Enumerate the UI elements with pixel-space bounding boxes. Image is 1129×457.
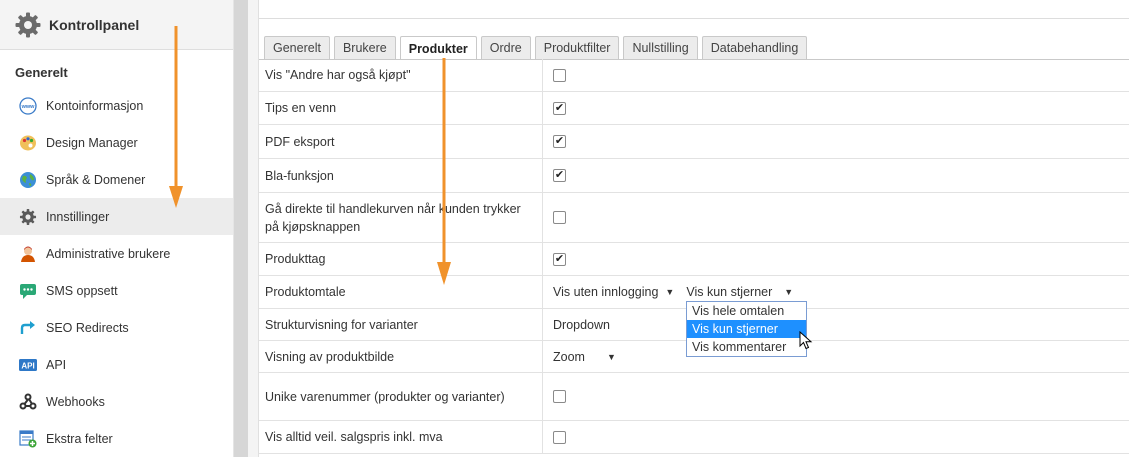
settings-table: Vis "Andre har også kjøpt" Tips en venn … xyxy=(259,59,1129,454)
sidebar-item-label: Webhooks xyxy=(46,394,105,409)
sidebar-item-administrative-brukere[interactable]: Administrative brukere xyxy=(0,235,233,272)
scrollbar-track xyxy=(248,0,259,457)
dropdown-option[interactable]: Vis kommentarer xyxy=(687,338,806,356)
sidebar-item-label: Ekstra felter xyxy=(46,431,113,446)
setting-checkbox[interactable] xyxy=(553,169,566,182)
select-value: Zoom xyxy=(553,349,585,364)
api-icon: API xyxy=(18,355,38,375)
review-display-options: Vis hele omtalen Vis kun stjerner Vis ko… xyxy=(686,301,807,357)
top-bar xyxy=(259,0,1129,19)
table-row: Produkttag xyxy=(259,243,1129,276)
sidebar-item-label: SMS oppsett xyxy=(46,283,118,298)
select-value: Dropdown xyxy=(553,317,610,332)
setting-label: Bla-funksjon xyxy=(259,159,543,192)
tab-generelt[interactable]: Generelt xyxy=(264,36,330,59)
setting-label: Strukturvisning for varianter xyxy=(259,309,543,340)
setting-label: Produkttag xyxy=(259,243,543,275)
sidebar-item-label: Innstillinger xyxy=(46,209,110,224)
setting-label: Visning av produktbilde xyxy=(259,341,543,372)
svg-text:www: www xyxy=(21,104,36,110)
table-row: Vis "Andre har også kjøpt" xyxy=(259,59,1129,92)
sidebar: Kontrollpanel Generelt www Kontoinformas… xyxy=(0,0,234,457)
annotation-arrow-icon xyxy=(437,58,451,285)
sidebar-item-label: Språk & Domener xyxy=(46,172,146,187)
redirect-icon xyxy=(18,318,38,338)
sms-icon xyxy=(18,281,38,301)
mouse-cursor-icon xyxy=(799,330,813,354)
setting-checkbox[interactable] xyxy=(553,252,566,266)
table-row: Vis alltid veil. salgspris inkl. mva xyxy=(259,421,1129,454)
review-display-select[interactable]: Vis kun stjerner ▼ xyxy=(686,285,793,299)
variant-structure-select[interactable]: Dropdown xyxy=(553,318,610,332)
webhooks-icon xyxy=(18,392,38,412)
gear-icon xyxy=(14,11,42,39)
sidebar-title: Kontrollpanel xyxy=(49,16,140,33)
svg-text:API: API xyxy=(21,361,34,370)
sidebar-item-label: SEO Redirects xyxy=(46,320,129,335)
dropdown-option-highlighted[interactable]: Vis kun stjerner xyxy=(687,320,806,338)
sidebar-item-label: Administrative brukere xyxy=(46,246,171,261)
setting-checkbox[interactable] xyxy=(553,211,566,224)
setting-checkbox[interactable] xyxy=(553,101,566,115)
tab-brukere[interactable]: Brukere xyxy=(333,36,396,59)
table-row: PDF eksport xyxy=(259,125,1129,159)
tab-databehandling[interactable]: Databehandling xyxy=(701,36,808,59)
dropdown-arrow-icon: ▼ xyxy=(784,287,794,297)
annotation-arrow-icon xyxy=(169,26,183,208)
select-value: Vis uten innlogging xyxy=(553,285,659,299)
admin-user-icon xyxy=(18,244,38,264)
sidebar-item-innstillinger[interactable]: Innstillinger xyxy=(0,198,233,235)
main-panel: Generelt Brukere Produkter Ordre Produkt… xyxy=(259,0,1129,457)
sidebar-item-webhooks[interactable]: Webhooks xyxy=(0,383,233,420)
table-row: Bla-funksjon xyxy=(259,159,1129,193)
gear-icon xyxy=(18,207,38,227)
dropdown-option[interactable]: Vis hele omtalen xyxy=(687,302,806,320)
palette-icon xyxy=(18,133,38,153)
dropdown-arrow-icon: ▼ xyxy=(606,351,616,362)
dropdown-arrow-icon: ▼ xyxy=(665,287,675,297)
setting-checkbox[interactable] xyxy=(553,68,566,82)
review-visibility-select[interactable]: Vis uten innlogging ▼ xyxy=(553,285,674,299)
sidebar-item-label: Kontoinformasjon xyxy=(46,98,144,113)
scrollbar[interactable] xyxy=(234,0,248,457)
setting-label: Unike varenummer (produkter og varianter… xyxy=(259,373,543,420)
sidebar-item-label: Design Manager xyxy=(46,135,138,150)
section-label: Generelt xyxy=(15,65,68,80)
sidebar-header[interactable]: Kontrollpanel xyxy=(0,0,233,50)
setting-label: Vis alltid veil. salgspris inkl. mva xyxy=(259,421,543,453)
setting-checkbox[interactable] xyxy=(553,135,566,148)
extra-fields-icon xyxy=(18,429,38,449)
product-image-select[interactable]: Zoom ▼ xyxy=(553,350,616,364)
table-row: Unike varenummer (produkter og varianter… xyxy=(259,373,1129,421)
setting-checkbox[interactable] xyxy=(553,430,566,444)
sidebar-item-seo-redirects[interactable]: SEO Redirects xyxy=(0,309,233,346)
setting-label: Vis "Andre har også kjøpt" xyxy=(259,59,543,91)
sidebar-item-sms-oppsett[interactable]: SMS oppsett xyxy=(0,272,233,309)
sidebar-item-label: API xyxy=(46,357,67,372)
select-value: Vis kun stjerner xyxy=(686,285,773,299)
globe-icon xyxy=(18,170,38,190)
tab-bar: Generelt Brukere Produkter Ordre Produkt… xyxy=(264,36,811,60)
tab-nullstilling[interactable]: Nullstilling xyxy=(623,36,698,59)
setting-label: Produktomtale xyxy=(259,276,543,308)
sidebar-item-ekstra-felter[interactable]: Ekstra felter xyxy=(0,420,233,457)
setting-label: Tips en venn xyxy=(259,92,543,124)
tab-produktfilter[interactable]: Produktfilter xyxy=(534,36,620,59)
www-icon: www xyxy=(18,96,38,116)
sidebar-item-kontoinformasjon[interactable]: www Kontoinformasjon xyxy=(0,87,233,124)
setting-checkbox[interactable] xyxy=(553,390,566,403)
sidebar-item-design-manager[interactable]: Design Manager xyxy=(0,124,233,161)
tab-ordre[interactable]: Ordre xyxy=(480,36,531,59)
setting-label: Gå direkte til handlekurven når kunden t… xyxy=(259,193,543,242)
table-row: Tips en venn xyxy=(259,92,1129,125)
sidebar-item-api[interactable]: API API xyxy=(0,346,233,383)
sidebar-item-sprak-domener[interactable]: Språk & Domener xyxy=(0,161,233,198)
sidebar-nav: www Kontoinformasjon Design Manager Språ… xyxy=(0,87,233,457)
table-row: Gå direkte til handlekurven når kunden t… xyxy=(259,193,1129,243)
setting-label: PDF eksport xyxy=(259,125,543,158)
